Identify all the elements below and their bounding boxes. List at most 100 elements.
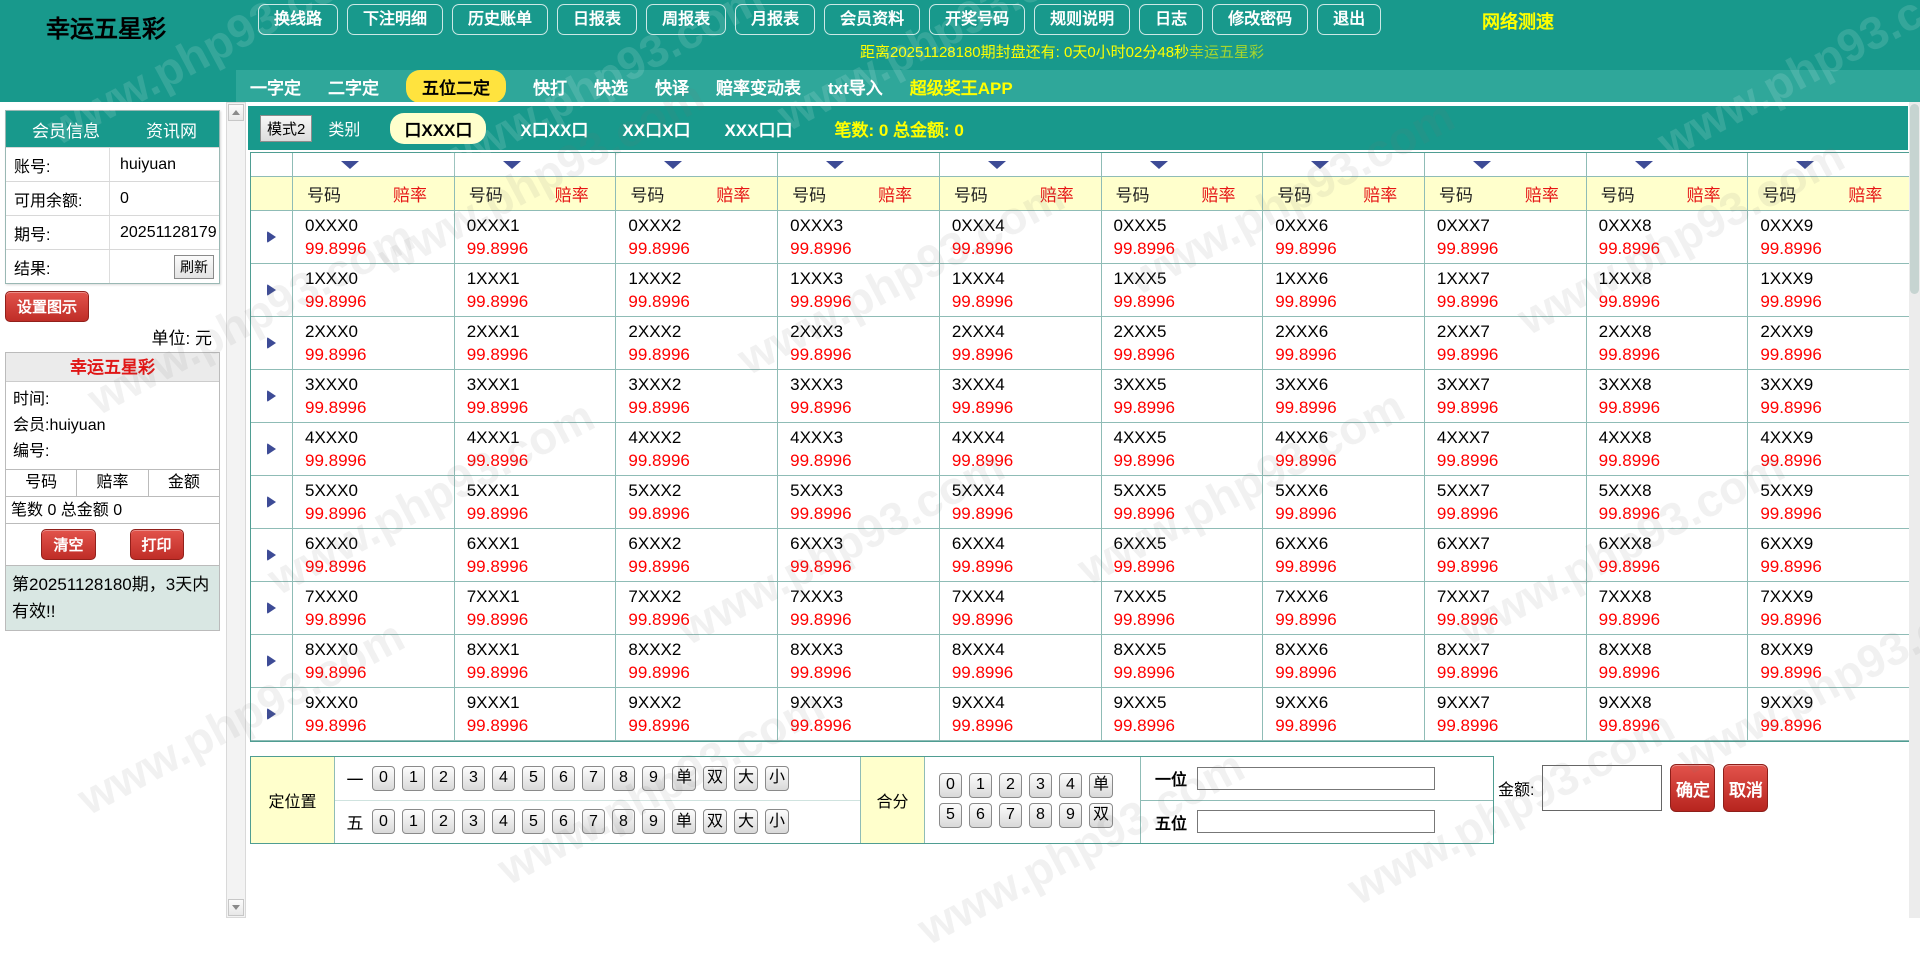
key-button-单[interactable]: 单 [672, 809, 696, 834]
bet-cell[interactable]: 3XXX299.8996 [616, 370, 778, 423]
bet-cell[interactable]: 3XXX099.8996 [293, 370, 455, 423]
bet-cell[interactable]: 8XXX099.8996 [293, 635, 455, 688]
key-button-小[interactable]: 小 [765, 809, 789, 834]
bet-cell[interactable]: 5XXX299.8996 [616, 476, 778, 529]
bet-cell[interactable]: 4XXX999.8996 [1748, 423, 1909, 476]
sum-key-button-6[interactable]: 6 [969, 803, 992, 828]
bet-cell[interactable]: 4XXX799.8996 [1425, 423, 1587, 476]
sidebar-scrollbar[interactable] [226, 102, 246, 918]
news-site-link[interactable]: 资讯网 [146, 117, 197, 142]
bet-cell[interactable]: 0XXX299.8996 [616, 211, 778, 264]
sum-key-button-单[interactable]: 单 [1089, 773, 1113, 798]
chevron-down-icon[interactable] [1635, 161, 1653, 169]
bet-cell[interactable]: 0XXX499.8996 [940, 211, 1102, 264]
bet-cell[interactable]: 3XXX899.8996 [1587, 370, 1749, 423]
sum-key-button-3[interactable]: 3 [1029, 773, 1052, 798]
key-button-5[interactable]: 5 [522, 766, 545, 791]
bet-cell[interactable]: 7XXX799.8996 [1425, 582, 1587, 635]
nav-button-历史账单[interactable]: 历史账单 [452, 4, 548, 35]
sum-key-button-双[interactable]: 双 [1089, 803, 1113, 828]
pattern-tab-X口XX口[interactable]: X口XX口 [520, 116, 588, 141]
nav-button-日报表[interactable]: 日报表 [557, 4, 637, 35]
bet-cell[interactable]: 0XXX199.8996 [455, 211, 617, 264]
key-button-6[interactable]: 6 [552, 766, 575, 791]
nav-button-会员资料[interactable]: 会员资料 [824, 4, 920, 35]
bet-cell[interactable]: 7XXX699.8996 [1263, 582, 1425, 635]
key-button-2[interactable]: 2 [432, 809, 455, 834]
tab-五位二定[interactable]: 五位二定 [406, 70, 506, 103]
bet-cell[interactable]: 6XXX199.8996 [455, 529, 617, 582]
bet-cell[interactable]: 9XXX899.8996 [1587, 688, 1749, 741]
bet-cell[interactable]: 8XXX199.8996 [455, 635, 617, 688]
bet-cell[interactable]: 2XXX999.8996 [1748, 317, 1909, 370]
nav-button-换线路[interactable]: 换线路 [258, 4, 338, 35]
bet-cell[interactable]: 0XXX099.8996 [293, 211, 455, 264]
clear-button[interactable]: 清空 [41, 529, 95, 560]
tab-赔率变动表[interactable]: 赔率变动表 [716, 74, 801, 99]
sum-key-button-2[interactable]: 2 [999, 773, 1022, 798]
key-button-8[interactable]: 8 [612, 809, 635, 834]
bet-cell[interactable]: 5XXX799.8996 [1425, 476, 1587, 529]
bet-cell[interactable]: 6XXX999.8996 [1748, 529, 1909, 582]
key-button-大[interactable]: 大 [734, 809, 758, 834]
bet-cell[interactable]: 7XXX899.8996 [1587, 582, 1749, 635]
bet-cell[interactable]: 3XXX499.8996 [940, 370, 1102, 423]
bet-cell[interactable]: 8XXX399.8996 [778, 635, 940, 688]
bet-cell[interactable]: 8XXX899.8996 [1587, 635, 1749, 688]
member-info-tab[interactable]: 会员信息 [32, 117, 100, 142]
bet-cell[interactable]: 5XXX999.8996 [1748, 476, 1909, 529]
key-button-5[interactable]: 5 [522, 809, 545, 834]
bet-cell[interactable]: 7XXX399.8996 [778, 582, 940, 635]
refresh-button[interactable]: 刷新 [174, 255, 214, 279]
bet-cell[interactable]: 7XXX599.8996 [1102, 582, 1264, 635]
tab-快译[interactable]: 快译 [655, 74, 689, 99]
bet-cell[interactable]: 8XXX699.8996 [1263, 635, 1425, 688]
bet-cell[interactable]: 6XXX299.8996 [616, 529, 778, 582]
key-button-9[interactable]: 9 [642, 766, 665, 791]
bet-cell[interactable]: 2XXX099.8996 [293, 317, 455, 370]
bet-cell[interactable]: 5XXX699.8996 [1263, 476, 1425, 529]
bet-cell[interactable]: 9XXX499.8996 [940, 688, 1102, 741]
nav-button-退出[interactable]: 退出 [1317, 4, 1381, 35]
bet-cell[interactable]: 1XXX099.8996 [293, 264, 455, 317]
bet-cell[interactable]: 2XXX699.8996 [1263, 317, 1425, 370]
bet-cell[interactable]: 9XXX699.8996 [1263, 688, 1425, 741]
chevron-down-icon[interactable] [1796, 161, 1814, 169]
tab-一字定[interactable]: 一字定 [250, 74, 301, 99]
bet-cell[interactable]: 9XXX299.8996 [616, 688, 778, 741]
bet-cell[interactable]: 0XXX399.8996 [778, 211, 940, 264]
bet-cell[interactable]: 0XXX599.8996 [1102, 211, 1264, 264]
bet-cell[interactable]: 2XXX799.8996 [1425, 317, 1587, 370]
key-button-3[interactable]: 3 [462, 809, 485, 834]
bet-cell[interactable]: 2XXX299.8996 [616, 317, 778, 370]
nav-button-月报表[interactable]: 月报表 [735, 4, 815, 35]
bet-cell[interactable]: 4XXX499.8996 [940, 423, 1102, 476]
chevron-down-icon[interactable] [503, 161, 521, 169]
key-button-小[interactable]: 小 [765, 766, 789, 791]
bet-cell[interactable]: 6XXX699.8996 [1263, 529, 1425, 582]
bet-cell[interactable]: 5XXX099.8996 [293, 476, 455, 529]
bet-cell[interactable]: 0XXX999.8996 [1748, 211, 1909, 264]
bet-cell[interactable]: 8XXX599.8996 [1102, 635, 1264, 688]
tab-txt导入[interactable]: txt导入 [828, 74, 883, 99]
set-diagram-button[interactable]: 设置图示 [5, 291, 89, 322]
bet-cell[interactable]: 9XXX399.8996 [778, 688, 940, 741]
chevron-down-icon[interactable] [664, 161, 682, 169]
nav-button-规则说明[interactable]: 规则说明 [1034, 4, 1130, 35]
bet-cell[interactable]: 6XXX599.8996 [1102, 529, 1264, 582]
bet-cell[interactable]: 7XXX499.8996 [940, 582, 1102, 635]
chevron-down-icon[interactable] [988, 161, 1006, 169]
bet-cell[interactable]: 8XXX499.8996 [940, 635, 1102, 688]
sum-key-button-7[interactable]: 7 [999, 803, 1022, 828]
bet-cell[interactable]: 9XXX799.8996 [1425, 688, 1587, 741]
bet-cell[interactable]: 9XXX099.8996 [293, 688, 455, 741]
bet-cell[interactable]: 1XXX499.8996 [940, 264, 1102, 317]
bet-cell[interactable]: 9XXX999.8996 [1748, 688, 1909, 741]
bet-cell[interactable]: 1XXX799.8996 [1425, 264, 1587, 317]
bet-cell[interactable]: 7XXX999.8996 [1748, 582, 1909, 635]
nav-button-下注明细[interactable]: 下注明细 [347, 4, 443, 35]
key-button-4[interactable]: 4 [492, 809, 515, 834]
nav-button-修改密码[interactable]: 修改密码 [1212, 4, 1308, 35]
bet-cell[interactable]: 8XXX299.8996 [616, 635, 778, 688]
chevron-down-icon[interactable] [1473, 161, 1491, 169]
